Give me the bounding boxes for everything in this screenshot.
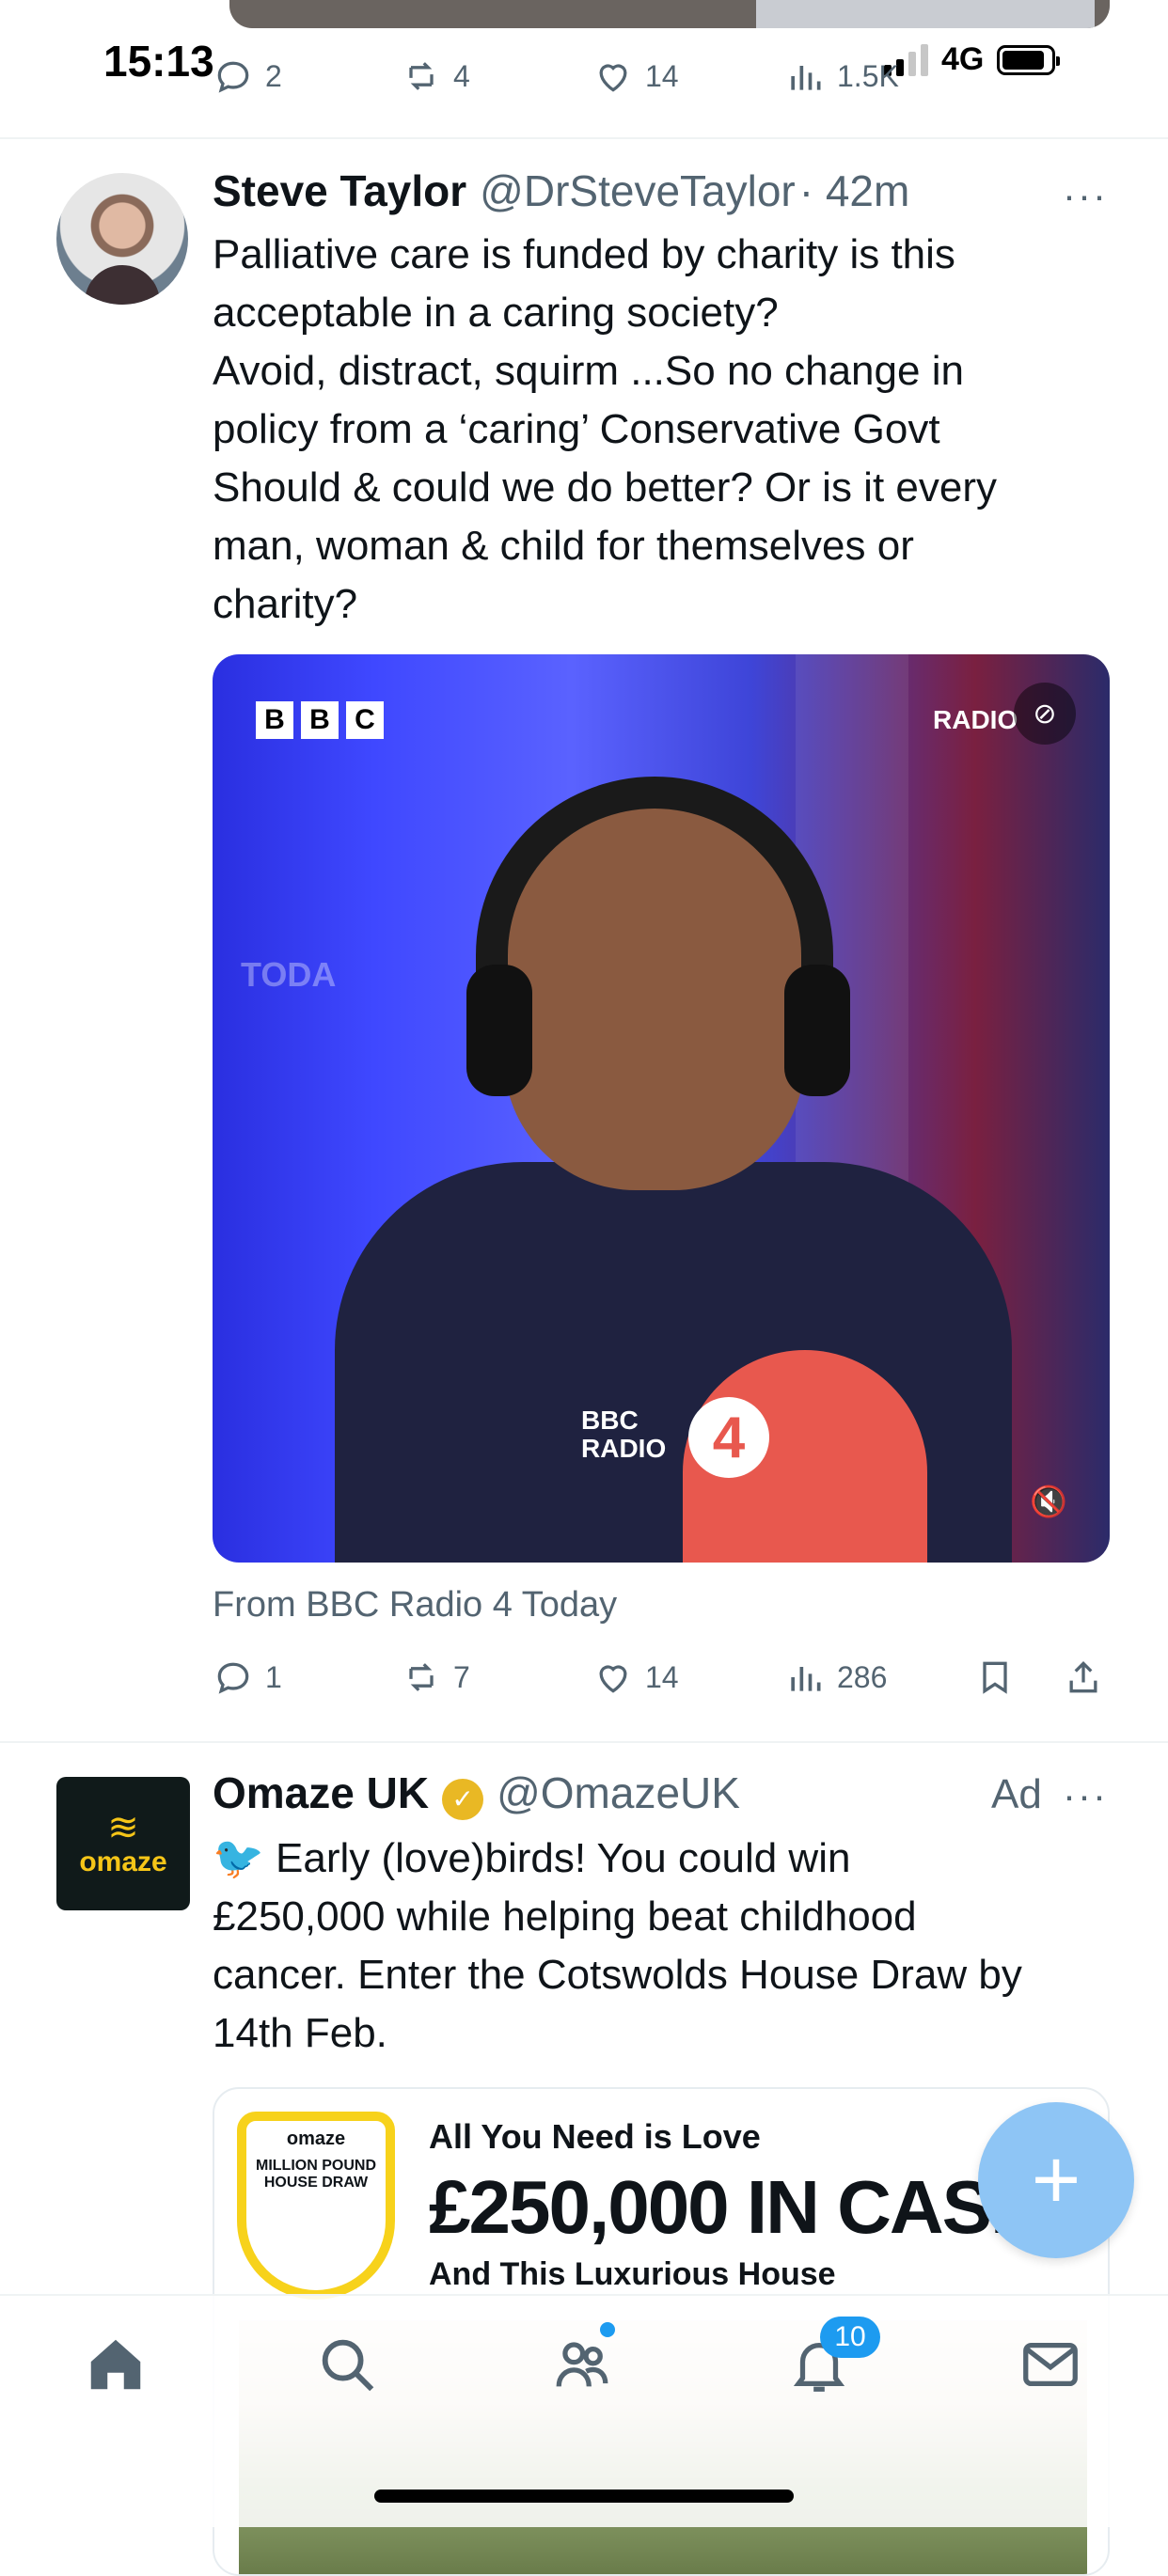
retweet-icon bbox=[409, 62, 434, 90]
ad-tweet-text: 🐦 Early (love)birds! You could win £250,… bbox=[213, 1830, 1115, 2063]
tweet-actions: 1 7 14 286 bbox=[213, 1657, 1115, 1709]
tweet-text-line: Palliative care is funded by charity is … bbox=[213, 231, 955, 277]
views-icon bbox=[791, 66, 821, 90]
retweet-icon bbox=[409, 1663, 434, 1691]
messages-icon[interactable] bbox=[1018, 2332, 1083, 2397]
ad-headline: All You Need is Love bbox=[429, 2117, 761, 2156]
heart-icon bbox=[599, 1665, 627, 1693]
tweet-divider bbox=[0, 1741, 1168, 1743]
views-icon bbox=[791, 1667, 821, 1691]
omaze-badge: omaze MILLION POUND HOUSE DRAW bbox=[237, 2112, 395, 2300]
like-button[interactable]: 14 bbox=[592, 55, 679, 97]
search-icon[interactable] bbox=[314, 2332, 380, 2397]
mic-label: BBC RADIO bbox=[581, 1406, 666, 1463]
radio-label: RADIO bbox=[933, 705, 1018, 734]
like-count: 14 bbox=[645, 1659, 679, 1694]
badge-title: MILLION POUND HOUSE DRAW bbox=[256, 2158, 376, 2191]
retweet-count: 4 bbox=[453, 58, 470, 93]
bbc-logo: B B C bbox=[256, 701, 384, 739]
ad-subheadline: And This Luxurious House bbox=[429, 2256, 836, 2292]
like-button[interactable]: 14 bbox=[592, 1657, 679, 1698]
share-button[interactable] bbox=[1063, 1657, 1104, 1698]
author-handle[interactable]: @DrSteveTaylor bbox=[480, 165, 796, 216]
view-count: 1.5K bbox=[837, 58, 899, 93]
views-button[interactable]: 286 bbox=[784, 1657, 887, 1698]
compose-button[interactable]: + bbox=[978, 2102, 1134, 2258]
retweet-button[interactable]: 7 bbox=[401, 1657, 470, 1698]
previous-tweet-media[interactable] bbox=[229, 0, 1110, 28]
like-count: 14 bbox=[645, 58, 679, 93]
tweet-text-line: 🐦 Early (love)birds! You could win bbox=[213, 1835, 851, 1881]
tweet-text-line: charity? bbox=[213, 581, 358, 627]
author-handle[interactable]: @OmazeUK bbox=[497, 1767, 740, 1818]
mic-label-line: RADIO bbox=[581, 1434, 667, 1463]
tweet-text-line: policy from a ‘caring’ Conservative Govt bbox=[213, 406, 940, 452]
bbc-letter: C bbox=[346, 701, 384, 739]
video-source[interactable]: From BBC Radio 4 Today bbox=[213, 1585, 617, 1626]
bbc-letter: B bbox=[301, 701, 339, 739]
heart-icon bbox=[599, 64, 627, 92]
bookmark-icon bbox=[983, 1661, 1007, 1694]
views-button[interactable]: 1.5K bbox=[784, 55, 899, 97]
tweet-text-line: £250,000 while helping beat childhood bbox=[213, 1893, 917, 1940]
previous-tweet-actions: 2 4 14 1.5K bbox=[213, 53, 1115, 100]
bookmark-button[interactable] bbox=[974, 1657, 1016, 1698]
tweet-text-line: cancer. Enter the Cotswolds House Draw b… bbox=[213, 1952, 1022, 1998]
captions-off-icon[interactable]: ⊘ bbox=[1014, 683, 1076, 745]
badge-brand: omaze bbox=[286, 2128, 346, 2149]
tweet-text-line: acceptable in a caring society? bbox=[213, 290, 779, 336]
author-name[interactable]: Steve Taylor bbox=[213, 165, 466, 216]
tweet-video[interactable]: TODA B B C RADIO ⊘ BBC RADIO 4 🔇 bbox=[213, 654, 1110, 1563]
tweet-text-line: Avoid, distract, squirm ...So no change … bbox=[213, 348, 964, 394]
studio-sign-text: TODA bbox=[241, 955, 337, 994]
retweet-count: 7 bbox=[453, 1659, 470, 1694]
home-icon[interactable] bbox=[83, 2332, 149, 2397]
bbc-letter: B bbox=[256, 701, 293, 739]
author-name[interactable]: Omaze UK bbox=[213, 1767, 429, 1818]
retweet-button[interactable]: 4 bbox=[401, 55, 470, 97]
more-options-icon[interactable]: ··· bbox=[1063, 173, 1108, 218]
tweet-text: Palliative care is funded by charity is … bbox=[213, 226, 1115, 634]
more-options-icon[interactable]: ··· bbox=[1063, 1773, 1108, 1818]
reply-count: 2 bbox=[265, 58, 282, 93]
status-time: 15:13 bbox=[103, 37, 214, 86]
ad-label: Ad bbox=[991, 1771, 1042, 1817]
ad-tweet-header: Omaze UK ✓ @OmazeUK bbox=[213, 1767, 740, 1820]
tweet-header: Steve Taylor @DrSteveTaylor · 42m bbox=[213, 165, 909, 216]
omaze-avatar[interactable]: ≋ omaze bbox=[56, 1777, 190, 1910]
reply-icon bbox=[217, 1662, 249, 1694]
ad-prize: £250,000 IN CASH bbox=[429, 2165, 1045, 2249]
tweet-text-line: 14th Feb. bbox=[213, 2010, 387, 2056]
tweet-text-line: man, woman & child for themselves or bbox=[213, 523, 914, 569]
tweet-divider bbox=[0, 137, 1168, 139]
omaze-logo-icon: ≋ bbox=[107, 1807, 139, 1848]
communities-icon[interactable] bbox=[549, 2332, 615, 2397]
mute-icon[interactable]: 🔇 bbox=[1019, 1472, 1078, 1531]
mic-label-line: BBC bbox=[581, 1406, 639, 1435]
video-person bbox=[335, 758, 1012, 1563]
tweet-time: · 42m bbox=[798, 166, 910, 215]
reply-button[interactable]: 2 bbox=[213, 55, 282, 97]
notifications-count-badge: 10 bbox=[820, 2317, 880, 2358]
avatar[interactable] bbox=[56, 173, 188, 305]
tweet-text-line: Should & could we do better? Or is it ev… bbox=[213, 464, 997, 510]
share-icon bbox=[1069, 1660, 1097, 1693]
reply-icon bbox=[217, 61, 249, 93]
reply-count: 1 bbox=[265, 1659, 282, 1694]
view-count: 286 bbox=[837, 1659, 888, 1694]
verified-badge-icon: ✓ bbox=[442, 1778, 484, 1820]
omaze-logo-word: omaze bbox=[79, 1846, 167, 1877]
home-indicator bbox=[374, 2490, 794, 2503]
reply-button[interactable]: 1 bbox=[213, 1657, 282, 1698]
radio4-number: 4 bbox=[688, 1397, 769, 1478]
